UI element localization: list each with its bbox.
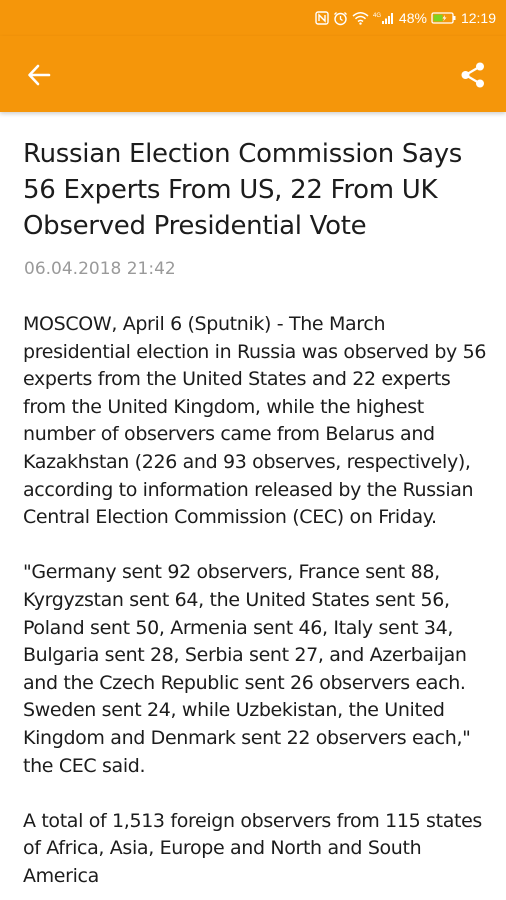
share-icon xyxy=(461,62,484,88)
article-body: MOSCOW, April 6 (Sputnik) - The March pr… xyxy=(23,311,493,900)
article-paragraph: "Germany sent 92 observers, France sent … xyxy=(23,561,471,777)
status-time: 12:19 xyxy=(460,10,496,26)
battery-percent: 48% xyxy=(398,10,427,26)
arrow-left-icon xyxy=(28,64,51,86)
article-title: Russian Election Commission Says 56 Expe… xyxy=(23,139,463,241)
article-date: 06.04.2018 21:42 xyxy=(24,259,176,279)
article-paragraph: A total of 1,513 foreign observers from … xyxy=(23,809,482,887)
status-indicators: 4G 48% 12:19 xyxy=(315,0,496,36)
wifi-icon xyxy=(352,10,369,26)
alarm-icon xyxy=(333,10,348,26)
status-bar: 4G 48% 12:19 xyxy=(0,0,506,36)
signal-icon: 4G xyxy=(373,10,395,26)
article-content[interactable]: Russian Election Commission Says 56 Expe… xyxy=(0,112,506,900)
network-badge: 4G xyxy=(373,13,381,19)
app-bar xyxy=(0,36,506,112)
back-button[interactable] xyxy=(20,56,58,94)
battery-icon xyxy=(431,10,457,26)
share-button[interactable] xyxy=(454,56,492,94)
nfc-icon xyxy=(315,10,329,26)
article-paragraph: MOSCOW, April 6 (Sputnik) - The March pr… xyxy=(23,313,487,529)
